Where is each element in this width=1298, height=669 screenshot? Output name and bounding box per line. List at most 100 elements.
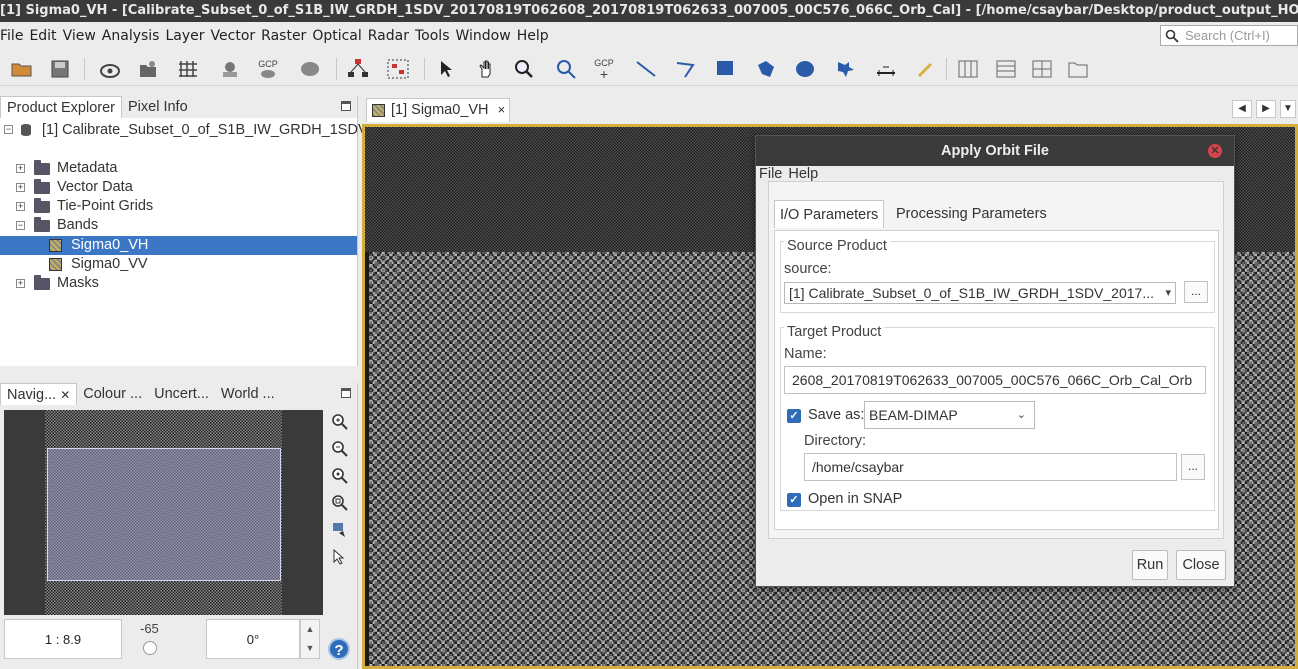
- menu-edit[interactable]: Edit: [29, 28, 56, 44]
- save-as-checkbox[interactable]: ✓: [787, 409, 801, 423]
- chevron-down-icon[interactable]: ▼: [1280, 100, 1296, 118]
- ellipse-drawing-icon[interactable]: [794, 58, 818, 80]
- save-product-icon[interactable]: [48, 58, 72, 80]
- chevron-down-icon[interactable]: ▼: [306, 643, 315, 653]
- rotation-slider-knob[interactable]: [143, 641, 157, 655]
- tree-item-vector-data[interactable]: Vector Data: [57, 178, 133, 197]
- menu-optical[interactable]: Optical: [312, 28, 361, 44]
- zoom-tool-icon[interactable]: [512, 58, 536, 80]
- tab-image-view[interactable]: [1] Sigma0_VH ×: [366, 98, 511, 122]
- graph-builder-icon[interactable]: [346, 58, 370, 80]
- target-name-field[interactable]: 2608_20170819T062633_007005_00C576_066C_…: [784, 366, 1206, 394]
- batch-processing-icon[interactable]: [386, 58, 410, 80]
- zoom-actual-icon[interactable]: [330, 467, 350, 487]
- expand-icon[interactable]: +: [16, 279, 25, 288]
- tab-pixel-info[interactable]: Pixel Info: [122, 96, 194, 118]
- browse-source-button[interactable]: ...: [1184, 281, 1208, 303]
- tab-processing-parameters[interactable]: Processing Parameters: [891, 200, 1052, 228]
- minimize-icon[interactable]: [341, 101, 351, 111]
- select-tool-icon[interactable]: [434, 58, 458, 80]
- polyline-drawing-icon[interactable]: [674, 58, 698, 80]
- tree-item-metadata[interactable]: Metadata: [57, 159, 117, 178]
- gcp-placing-icon[interactable]: GCP +: [592, 58, 616, 81]
- pan-tool-icon[interactable]: [474, 58, 498, 80]
- sync-cursor-icon[interactable]: [330, 548, 350, 568]
- range-finder-icon[interactable]: [874, 58, 898, 80]
- mask-icon[interactable]: [218, 58, 242, 80]
- navigation-preview[interactable]: [4, 410, 323, 615]
- chevron-up-icon[interactable]: ▲: [306, 624, 315, 634]
- tab-world[interactable]: World ...: [215, 383, 281, 405]
- polygon-drawing-icon[interactable]: [754, 58, 778, 80]
- zoom-all-icon[interactable]: [330, 494, 350, 514]
- expand-icon[interactable]: +: [16, 164, 25, 173]
- menu-help[interactable]: Help: [517, 28, 549, 44]
- menu-layer[interactable]: Layer: [165, 28, 204, 44]
- source-product-select[interactable]: [1] Calibrate_Subset_0_of_S1B_IW_GRDH_1S…: [784, 282, 1176, 304]
- angle-field[interactable]: 0°: [206, 619, 300, 659]
- source-product-title: Source Product: [784, 238, 890, 254]
- menu-view[interactable]: View: [63, 28, 96, 44]
- format-select[interactable]: BEAM-DIMAP ⌄: [864, 401, 1035, 429]
- open-product-icon[interactable]: [10, 58, 34, 80]
- tile-vertical-icon[interactable]: [994, 58, 1018, 80]
- close-icon[interactable]: ×: [498, 102, 506, 117]
- angle-spinner[interactable]: ▲ ▼: [300, 619, 320, 659]
- line-drawing-icon[interactable]: [634, 58, 658, 80]
- search-input[interactable]: Search (Ctrl+I): [1160, 25, 1298, 46]
- pencil-icon[interactable]: [914, 58, 938, 80]
- menu-radar[interactable]: Radar: [368, 28, 409, 44]
- band-maths-icon[interactable]: [98, 58, 122, 80]
- product-icon: [20, 123, 32, 137]
- close-icon[interactable]: ✕: [60, 388, 70, 402]
- gcp-manager-icon[interactable]: GCP: [256, 58, 280, 80]
- dialog-menu-file[interactable]: File: [759, 166, 782, 182]
- product-node[interactable]: [1] Calibrate_Subset_0_of_S1B_IW_GRDH_1S…: [42, 121, 368, 140]
- menu-window[interactable]: Window: [456, 28, 511, 44]
- magic-wand-icon[interactable]: [834, 58, 858, 80]
- tree-item-band[interactable]: Sigma0_VV: [0, 255, 357, 274]
- menu-tools[interactable]: Tools: [415, 28, 450, 44]
- tile-horizontal-icon[interactable]: [956, 58, 980, 80]
- pin-placing-icon[interactable]: [554, 58, 578, 80]
- scale-field[interactable]: 1 : 8.9: [4, 619, 122, 659]
- close-icon[interactable]: ✕: [1208, 144, 1222, 158]
- chevron-left-icon[interactable]: ◀: [1232, 100, 1252, 118]
- viewport-rectangle[interactable]: [47, 448, 281, 581]
- menu-vector[interactable]: Vector: [211, 28, 256, 44]
- tab-colour[interactable]: Colour ...: [77, 383, 148, 405]
- browse-directory-button[interactable]: ...: [1181, 454, 1205, 480]
- zoom-out-icon[interactable]: [330, 440, 350, 460]
- tree-item-bands[interactable]: Bands: [57, 216, 98, 235]
- grid-icon[interactable]: [176, 58, 200, 80]
- tree-item-tie-point-grids[interactable]: Tie-Point Grids: [57, 197, 153, 216]
- tile-evenly-icon[interactable]: [1030, 58, 1054, 80]
- close-button[interactable]: Close: [1176, 550, 1226, 580]
- tree-item-masks[interactable]: Masks: [57, 274, 99, 293]
- tab-navigation[interactable]: Navig... ✕: [0, 383, 78, 405]
- tab-io-parameters[interactable]: I/O Parameters: [774, 200, 885, 228]
- expand-icon[interactable]: +: [16, 183, 25, 192]
- menu-file[interactable]: File: [0, 28, 23, 44]
- help-button[interactable]: ?: [328, 638, 350, 660]
- minimize-icon[interactable]: [341, 388, 351, 398]
- tile-single-icon[interactable]: [1066, 58, 1090, 80]
- run-button[interactable]: Run: [1132, 550, 1168, 580]
- filtered-band-icon[interactable]: [136, 58, 160, 80]
- pin-manager-icon[interactable]: [298, 58, 322, 80]
- collapse-icon[interactable]: −: [16, 221, 25, 230]
- rectangle-drawing-icon[interactable]: [714, 58, 738, 80]
- sync-views-icon[interactable]: [330, 521, 350, 541]
- tree-item-band-selected[interactable]: Sigma0_VH: [0, 236, 357, 255]
- dialog-menu-help[interactable]: Help: [788, 166, 818, 182]
- directory-field[interactable]: /home/csaybar: [804, 453, 1177, 481]
- menu-raster[interactable]: Raster: [261, 28, 306, 44]
- collapse-icon[interactable]: −: [4, 125, 13, 134]
- tab-product-explorer[interactable]: Product Explorer: [0, 96, 122, 118]
- zoom-in-icon[interactable]: [330, 413, 350, 433]
- chevron-right-icon[interactable]: ▶: [1256, 100, 1276, 118]
- open-in-snap-checkbox[interactable]: ✓: [787, 493, 801, 507]
- expand-icon[interactable]: +: [16, 202, 25, 211]
- menu-analysis[interactable]: Analysis: [102, 28, 160, 44]
- tab-uncertainty[interactable]: Uncert...: [148, 383, 215, 405]
